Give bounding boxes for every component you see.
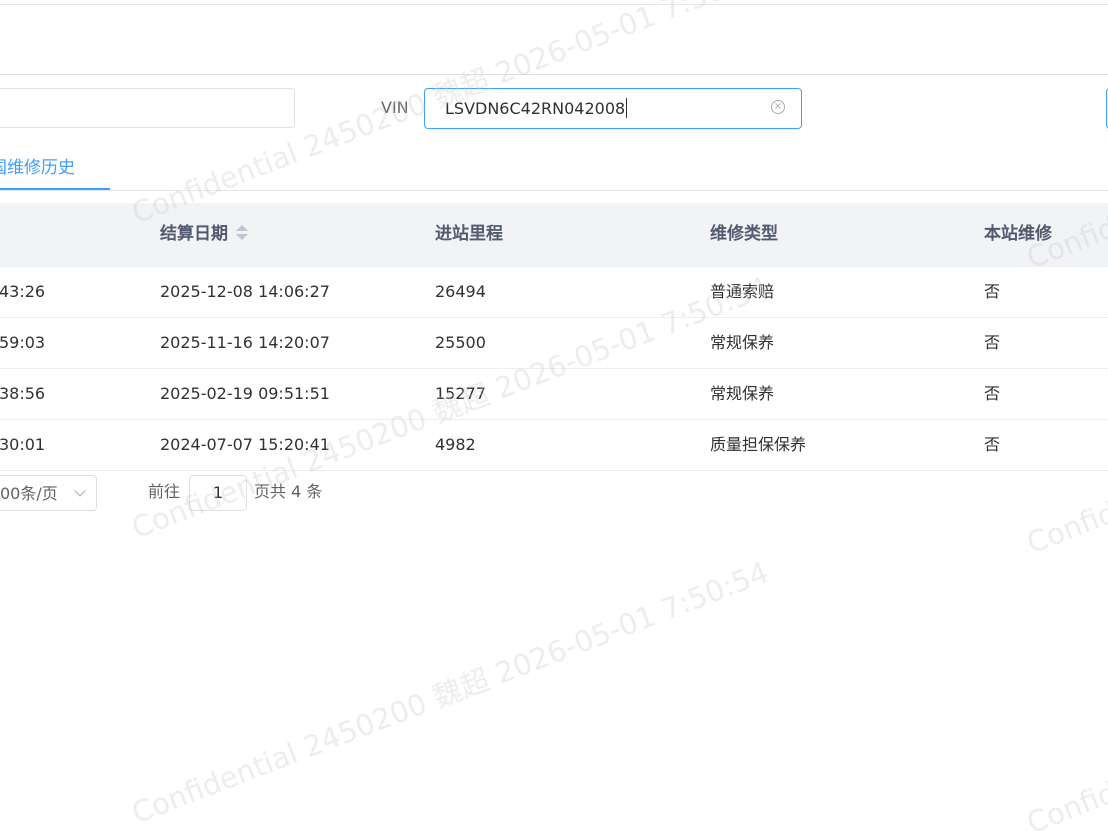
page-root: VIN LSVDN6C42RN042008 × 国维修历史 结算日期 进站里程 … — [0, 0, 1108, 831]
cell-settle-date: 2024-07-07 15:20:41 — [160, 435, 330, 454]
cell-settle-date: 2025-11-16 14:20:07 — [160, 333, 330, 352]
vin-label: VIN — [381, 98, 409, 117]
cell-mileage: 25500 — [435, 333, 486, 352]
page-jump-value[interactable]: 1 — [190, 476, 246, 510]
cell-prev-time: 30:01 — [0, 435, 46, 454]
section-divider — [0, 74, 1108, 75]
table-row[interactable]: 30:01 2024-07-07 15:20:41 4982 质量担保保养 否 — [0, 420, 1108, 471]
cell-mileage: 26494 — [435, 282, 486, 301]
table-row[interactable]: 38:56 2025-02-19 09:51:51 15277 常规保养 否 — [0, 369, 1108, 420]
tab-national-repair-history[interactable]: 国维修历史 — [0, 150, 110, 190]
cell-local-repair: 否 — [984, 384, 1001, 403]
cell-prev-time: 59:03 — [0, 333, 46, 352]
cell-local-repair: 否 — [984, 282, 1001, 301]
sort-ascending-icon[interactable] — [236, 225, 248, 231]
table-row[interactable]: 43:26 2025-12-08 14:06:27 26494 普通索赔 否 — [0, 267, 1108, 318]
watermark: Confidential 2450200 魏超 2026-05-01 7:50:… — [127, 555, 774, 831]
page-size-value: 00条/页 — [0, 484, 58, 503]
column-header-settle-date[interactable]: 结算日期 — [160, 223, 248, 245]
tab-label: 国维修历史 — [0, 158, 75, 178]
page-size-select[interactable]: 00条/页 — [0, 475, 97, 511]
watermark: Confidential 2450200 魏超 2026-05-01 7:50:… — [1022, 565, 1108, 831]
text-caret — [626, 98, 628, 118]
cell-repair-type: 常规保养 — [710, 333, 775, 352]
cell-mileage: 4982 — [435, 435, 476, 454]
column-header-local-repair: 本站维修 — [984, 224, 1052, 244]
goto-label: 前往 — [148, 482, 181, 501]
chevron-down-icon — [74, 485, 86, 497]
cell-settle-date: 2025-02-19 09:51:51 — [160, 384, 330, 403]
cell-repair-type: 普通索赔 — [710, 282, 775, 301]
tabs-divider — [0, 190, 1108, 191]
clear-icon[interactable]: × — [771, 100, 785, 114]
page-jump-input[interactable]: 1 — [189, 475, 247, 511]
cell-repair-type: 常规保养 — [710, 384, 775, 403]
cell-prev-time: 43:26 — [0, 282, 46, 301]
cell-local-repair: 否 — [984, 435, 1001, 454]
column-header-repair-type: 维修类型 — [710, 224, 778, 244]
cell-mileage: 15277 — [435, 384, 486, 403]
pagination-total: 页共 4 条 — [254, 482, 323, 501]
column-header-mileage: 进站里程 — [435, 224, 503, 244]
cell-settle-date: 2025-12-08 14:06:27 — [160, 282, 330, 301]
table-row[interactable]: 59:03 2025-11-16 14:20:07 25500 常规保养 否 — [0, 318, 1108, 369]
cell-local-repair: 否 — [984, 333, 1001, 352]
vin-input[interactable]: LSVDN6C42RN042008 × — [424, 88, 802, 129]
cell-repair-type: 质量担保保养 — [710, 435, 807, 454]
top-divider — [0, 4, 1108, 5]
search-input-left[interactable] — [0, 88, 295, 128]
cell-prev-time: 38:56 — [0, 384, 46, 403]
sort-descending-icon[interactable] — [236, 234, 248, 240]
vin-input-value[interactable]: LSVDN6C42RN042008 — [445, 98, 628, 120]
sort-icon[interactable] — [236, 224, 248, 242]
table-header: 结算日期 进站里程 维修类型 本站维修 — [0, 203, 1108, 267]
